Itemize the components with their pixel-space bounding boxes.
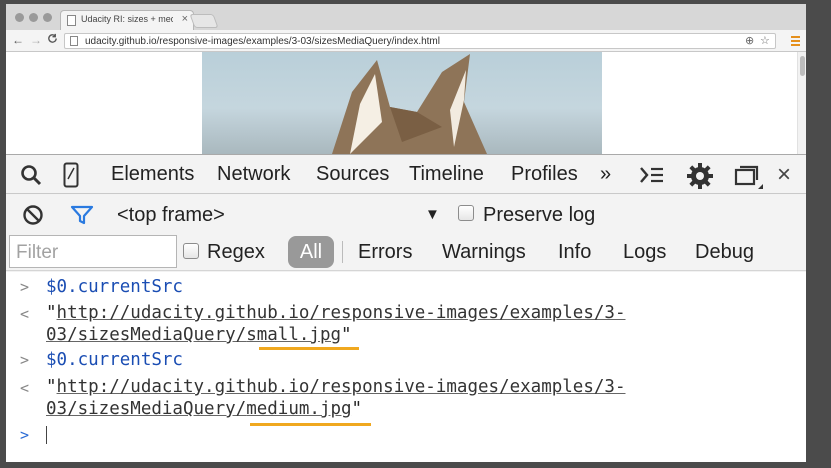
regex-label: Regex — [207, 241, 265, 263]
device-mode-icon[interactable] — [63, 162, 79, 193]
result-arrow-icon: < — [20, 305, 30, 323]
bookmark-star-icon[interactable]: ☆ — [760, 34, 770, 47]
maximize-window-button[interactable] — [43, 13, 52, 22]
tab-sources[interactable]: Sources — [316, 163, 389, 186]
page-icon — [67, 15, 76, 26]
forward-icon[interactable]: → — [30, 33, 42, 47]
tab-elements[interactable]: Elements — [111, 163, 194, 186]
console-result-line: "http://udacity.github.io/responsive-ima… — [46, 303, 626, 323]
search-icon[interactable] — [20, 164, 42, 191]
tab-close-icon[interactable]: × — [182, 13, 188, 25]
close-window-button[interactable] — [15, 13, 24, 22]
quote: " — [341, 325, 352, 345]
preserve-log-label: Preserve log — [483, 204, 596, 226]
dock-side-icon[interactable] — [734, 165, 764, 196]
console-filter-bar: Filter Regex All Errors Warnings Info Lo… — [6, 233, 806, 271]
console-result-line: 03/sizesMediaQuery/medium.jpg" — [46, 399, 362, 419]
close-devtools-icon[interactable]: × — [777, 161, 791, 189]
back-icon[interactable]: ← — [12, 33, 24, 47]
quote: " — [46, 377, 57, 397]
clear-console-icon[interactable] — [22, 204, 44, 231]
result-url[interactable]: http://udacity.github.io/responsive-imag… — [57, 303, 626, 323]
level-all-button[interactable]: All — [288, 236, 334, 268]
tab-strip: Udacity RI: sizes + media × — [6, 4, 806, 30]
tab-title: Udacity RI: sizes + media — [81, 14, 173, 24]
browser-window: Udacity RI: sizes + media × ← → udacity.… — [6, 4, 806, 462]
scroll-thumb[interactable] — [800, 56, 805, 76]
devtools-tab-bar: Elements Network Sources Timeline Profil… — [6, 154, 806, 194]
level-logs-button[interactable]: Logs — [623, 241, 666, 264]
chrome-menu-icon[interactable] — [791, 36, 800, 48]
quote: " — [351, 399, 363, 419]
highlight-underline — [250, 423, 371, 426]
new-tab-button[interactable] — [189, 14, 219, 28]
regex-checkbox[interactable] — [183, 243, 199, 259]
level-info-button[interactable]: Info — [558, 241, 591, 264]
console-drawer-icon[interactable] — [639, 165, 665, 190]
result-url-path[interactable]: 03/sizesMediaQuery/ — [46, 399, 246, 419]
zoom-icon[interactable]: ⊕ — [745, 34, 754, 47]
console-command: $0.currentSrc — [46, 277, 183, 297]
quote: " — [46, 303, 57, 323]
result-url-file[interactable]: small.jpg — [246, 325, 341, 345]
gear-icon[interactable] — [686, 162, 714, 195]
prompt-chevron-icon: > — [20, 278, 30, 296]
tab-timeline[interactable]: Timeline — [409, 163, 484, 186]
filter-placeholder: Filter — [16, 242, 59, 263]
minimize-window-button[interactable] — [29, 13, 38, 22]
chevron-down-icon[interactable]: ▼ — [425, 206, 440, 223]
prompt-chevron-icon: > — [20, 351, 30, 369]
console-result-line: 03/sizesMediaQuery/small.jpg" — [46, 325, 352, 345]
highlight-underline — [259, 347, 359, 350]
browser-toolbar: ← → udacity.github.io/responsive-images/… — [6, 30, 806, 52]
filter-icon[interactable] — [70, 205, 94, 230]
result-url-file[interactable]: medium.jpg — [246, 399, 351, 419]
result-arrow-icon: < — [20, 379, 30, 397]
page-icon — [70, 36, 78, 46]
page-photo — [202, 52, 602, 154]
level-warnings-button[interactable]: Warnings — [442, 241, 526, 264]
console-command: $0.currentSrc — [46, 350, 183, 370]
divider — [342, 241, 343, 263]
level-errors-button[interactable]: Errors — [358, 241, 412, 264]
preserve-log-checkbox[interactable] — [458, 205, 474, 221]
result-url-path[interactable]: 03/sizesMediaQuery/ — [46, 325, 246, 345]
browser-tab[interactable]: Udacity RI: sizes + media × — [60, 10, 194, 30]
context-selector[interactable]: <top frame> — [117, 204, 225, 227]
input-prompt-icon: > — [20, 426, 30, 444]
result-url[interactable]: http://udacity.github.io/responsive-imag… — [57, 377, 626, 397]
level-debug-button[interactable]: Debug — [695, 241, 754, 264]
console-toolbar: <top frame> ▼ Preserve log — [6, 195, 806, 233]
more-tabs-button[interactable]: » — [600, 163, 611, 186]
filter-input[interactable]: Filter — [9, 235, 177, 268]
console-input-caret[interactable] — [46, 426, 47, 444]
address-bar[interactable]: udacity.github.io/responsive-images/exam… — [64, 33, 776, 49]
console-output[interactable]: > $0.currentSrc < "http://udacity.github… — [6, 272, 806, 462]
page-scrollbar[interactable] — [797, 52, 806, 154]
url-text[interactable]: udacity.github.io/responsive-images/exam… — [85, 36, 440, 47]
console-result-line: "http://udacity.github.io/responsive-ima… — [46, 377, 626, 397]
page-viewport — [6, 52, 806, 154]
tab-profiles[interactable]: Profiles — [511, 163, 578, 186]
tab-network[interactable]: Network — [217, 163, 290, 186]
reload-icon[interactable] — [47, 33, 58, 47]
